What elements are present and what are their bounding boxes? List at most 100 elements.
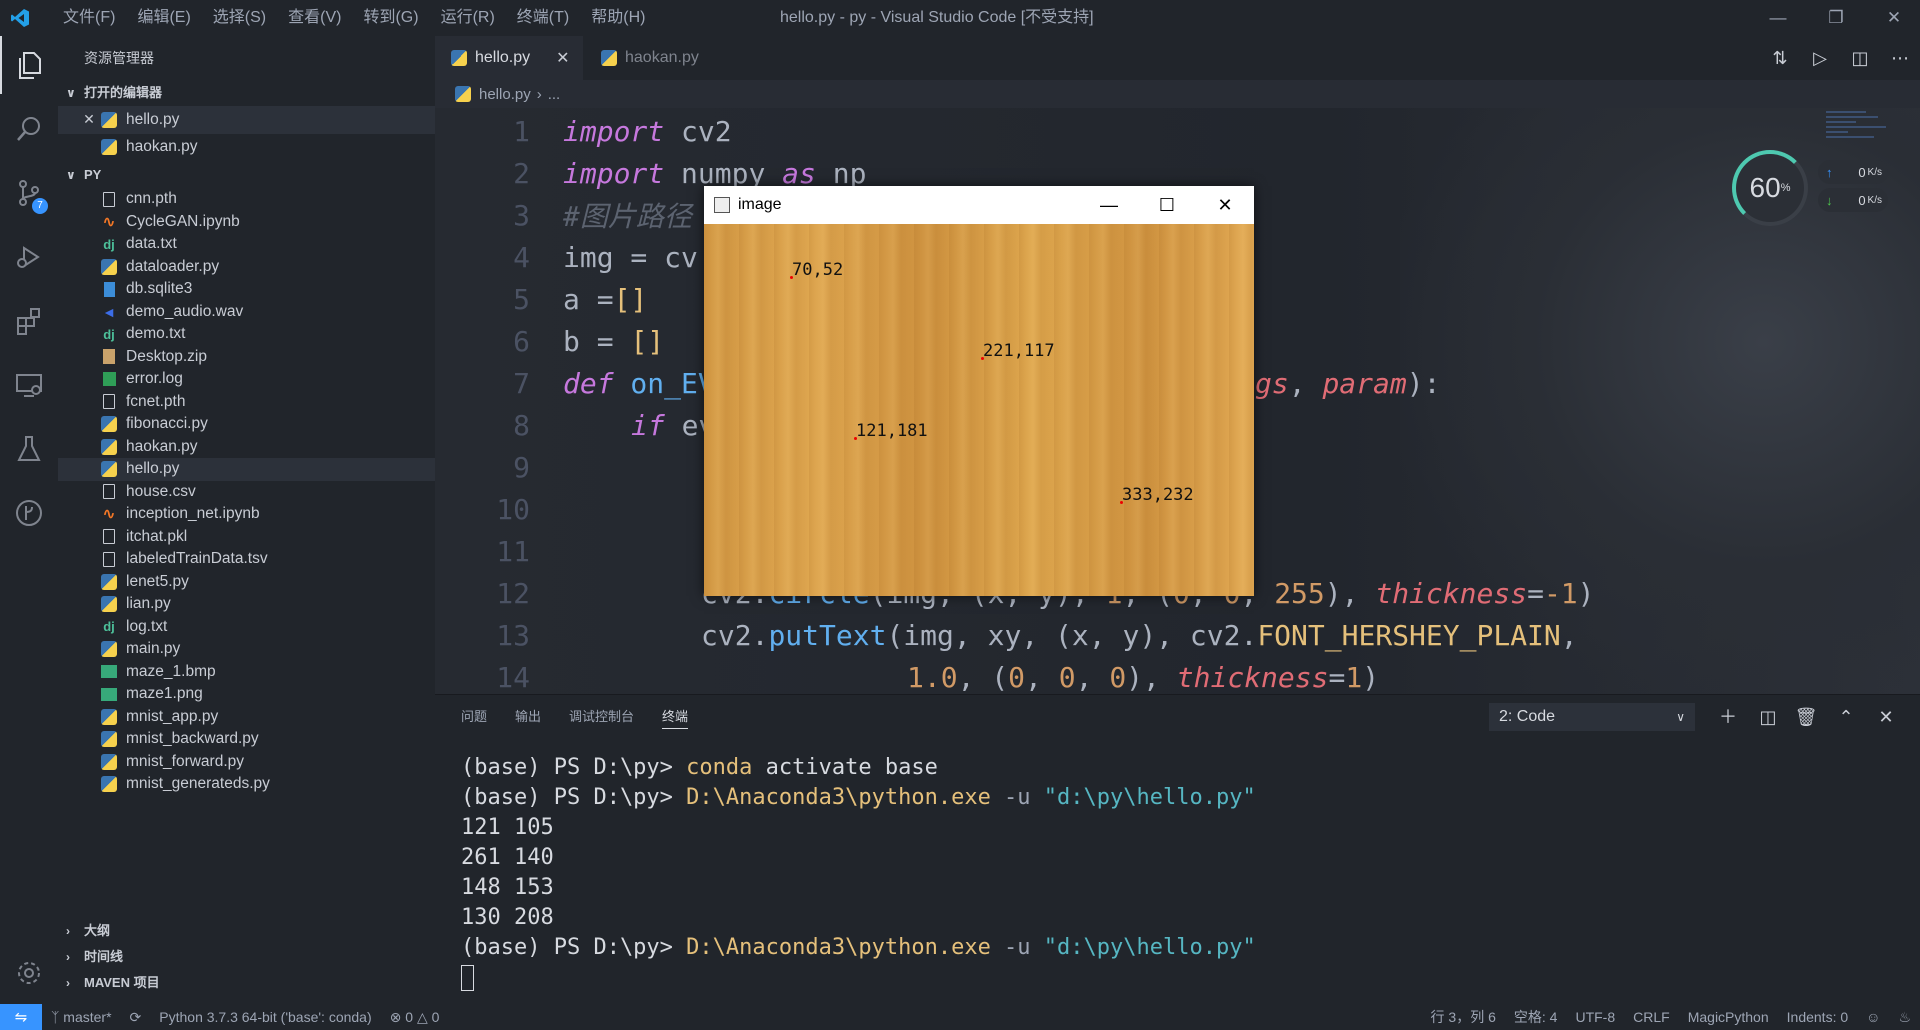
close-window-button[interactable]: ✕ [1196, 186, 1254, 224]
maximize-button[interactable]: ☐ [1138, 186, 1196, 224]
cursor-position[interactable]: 行 3，列 6 [1422, 1007, 1505, 1027]
menu-view[interactable]: 查看(V) [277, 0, 352, 36]
extensions-icon[interactable] [0, 292, 58, 350]
problems-indicator[interactable]: ⊗ 0 △ 0 [381, 1009, 449, 1026]
new-terminal-icon[interactable]: ＋ [1713, 703, 1743, 731]
wood-texture-image[interactable]: 70,52 221,117 121,181 333,232 [704, 224, 1254, 596]
indents-indicator[interactable]: Indents: 0 [1778, 1009, 1858, 1025]
tab-hello-py[interactable]: hello.py ✕ [435, 36, 583, 80]
file-tree-item[interactable]: lian.py [58, 593, 435, 616]
file-tree-item[interactable]: hello.py [58, 458, 435, 481]
source-control-icon[interactable]: 7 [0, 164, 58, 222]
minimize-button[interactable]: — [1754, 0, 1802, 36]
remote-indicator-icon[interactable]: ⇋ [0, 1004, 42, 1030]
feedback-icon[interactable]: ☺ [1857, 1009, 1889, 1025]
remote-explorer-icon[interactable] [0, 356, 58, 414]
code-line: 5 a =[] [435, 278, 647, 320]
search-icon[interactable] [0, 100, 58, 158]
menu-selection[interactable]: 选择(S) [202, 0, 277, 36]
open-editor-item[interactable]: haokan.py [58, 134, 435, 162]
menu-go[interactable]: 转到(G) [352, 0, 429, 36]
run-file-icon[interactable]: ▷ [1800, 48, 1840, 69]
tab-problems[interactable]: 问题 [461, 695, 487, 739]
file-tree-item[interactable]: haokan.py [58, 436, 435, 459]
file-tree-item[interactable]: dj log.txt [58, 616, 435, 639]
minimize-button[interactable]: — [1080, 186, 1138, 224]
python-interpreter[interactable]: Python 3.7.3 64-bit ('base': conda) [150, 1009, 380, 1025]
file-tree-item[interactable]: Desktop.zip [58, 346, 435, 369]
close-icon[interactable]: ✕ [80, 111, 98, 128]
tab-output[interactable]: 输出 [515, 695, 541, 739]
vscode-logo-icon[interactable] [0, 0, 40, 36]
folder-header[interactable]: ∨ PY [58, 162, 435, 188]
breadcrumb-more[interactable]: ... [548, 86, 561, 103]
more-actions-icon[interactable]: ⋯ [1880, 48, 1920, 69]
menu-terminal[interactable]: 终端(T) [506, 0, 580, 36]
file-name: itchat.pkl [126, 527, 188, 545]
close-window-button[interactable]: ✕ [1870, 0, 1918, 36]
language-mode[interactable]: MagicPython [1679, 1009, 1778, 1025]
file-tree-item[interactable]: mnist_generateds.py [58, 773, 435, 796]
sync-icon[interactable]: ⟳ [121, 1009, 151, 1026]
split-editor-icon[interactable]: ◫ [1840, 48, 1880, 69]
testing-icon[interactable] [0, 420, 58, 478]
file-tree-item[interactable]: main.py [58, 638, 435, 661]
trash-icon[interactable]: 🗑 [1791, 703, 1821, 731]
end-of-line[interactable]: CRLF [1624, 1009, 1679, 1025]
tab-debug-console[interactable]: 调试控制台 [569, 695, 634, 739]
branch-indicator[interactable]: ᛉ master* [42, 1009, 121, 1025]
file-name: log.txt [126, 617, 168, 635]
menu-help[interactable]: 帮助(H) [580, 0, 656, 36]
opencv-image-window[interactable]: image — ☐ ✕ 70,52 221,117 121,181 333,23… [704, 186, 1254, 596]
file-tree-item[interactable]: maze1.png [58, 683, 435, 706]
file-tree-item[interactable]: labeledTrainData.tsv [58, 548, 435, 571]
open-editor-item[interactable]: ✕ hello.py [58, 106, 435, 134]
terminal-select[interactable]: 2: Code ∨ [1489, 703, 1695, 731]
file-tree-item[interactable]: dj data.txt [58, 233, 435, 256]
maximize-panel-icon[interactable]: ⌃ [1831, 703, 1861, 731]
file-tree-item[interactable]: house.csv [58, 481, 435, 504]
outline-header[interactable]: › 大纲 [58, 918, 435, 944]
split-terminal-icon[interactable]: ◫ [1753, 703, 1783, 731]
file-tree-item[interactable]: maze_1.bmp [58, 661, 435, 684]
file-tree-item[interactable]: itchat.pkl [58, 526, 435, 549]
file-tree-item[interactable]: mnist_forward.py [58, 751, 435, 774]
file-tree-item[interactable]: lenet5.py [58, 571, 435, 594]
file-tree-item[interactable]: db.sqlite3 [58, 278, 435, 301]
menu-edit[interactable]: 编辑(E) [126, 0, 201, 36]
file-tree-item[interactable]: ∿ CycleGAN.ipynb [58, 211, 435, 234]
close-icon[interactable]: ✕ [556, 48, 569, 68]
file-tree-item[interactable]: dj demo.txt [58, 323, 435, 346]
timeline-header[interactable]: › 时间线 [58, 944, 435, 970]
gitlens-icon[interactable] [0, 484, 58, 542]
file-tree-item[interactable]: ◄ demo_audio.wav [58, 301, 435, 324]
file-tree-item[interactable]: error.log [58, 368, 435, 391]
python-file-icon [451, 50, 467, 66]
network-speed-widget[interactable]: 60% ↑ 0 K/s ↓ 0 K/s [1732, 150, 1892, 226]
maven-header[interactable]: › MAVEN 项目 [58, 970, 435, 996]
terminal-output[interactable]: (base) PS D:\py> conda activate base (ba… [461, 753, 1256, 993]
file-tree-item[interactable]: fcnet.pth [58, 391, 435, 414]
notifications-bell-icon[interactable]: ♨ [1889, 1009, 1920, 1026]
explorer-icon[interactable] [0, 36, 58, 94]
tab-haokan-py[interactable]: haokan.py [585, 36, 725, 80]
settings-gear-icon[interactable] [0, 944, 58, 1002]
breadcrumb-file[interactable]: hello.py [479, 86, 531, 103]
encoding[interactable]: UTF-8 [1566, 1009, 1624, 1025]
file-tree-item[interactable]: dataloader.py [58, 256, 435, 279]
file-tree-item[interactable]: fibonacci.py [58, 413, 435, 436]
file-tree-item[interactable]: mnist_app.py [58, 706, 435, 729]
file-tree-item[interactable]: cnn.pth [58, 188, 435, 211]
menu-file[interactable]: 文件(F) [52, 0, 126, 36]
menu-run[interactable]: 运行(R) [430, 0, 506, 36]
run-debug-icon[interactable] [0, 228, 58, 286]
tab-terminal[interactable]: 终端 [662, 705, 689, 729]
restore-button[interactable]: ❐ [1812, 0, 1860, 36]
indentation[interactable]: 空格: 4 [1505, 1007, 1567, 1027]
close-panel-icon[interactable]: ✕ [1871, 703, 1901, 731]
file-tree-item[interactable]: ∿ inception_net.ipynb [58, 503, 435, 526]
file-tree-item[interactable]: mnist_backward.py [58, 728, 435, 751]
file-name: house.csv [126, 482, 196, 500]
compare-changes-icon[interactable]: ⇅ [1760, 48, 1800, 69]
open-editors-header[interactable]: ∨ 打开的编辑器 [58, 80, 435, 106]
